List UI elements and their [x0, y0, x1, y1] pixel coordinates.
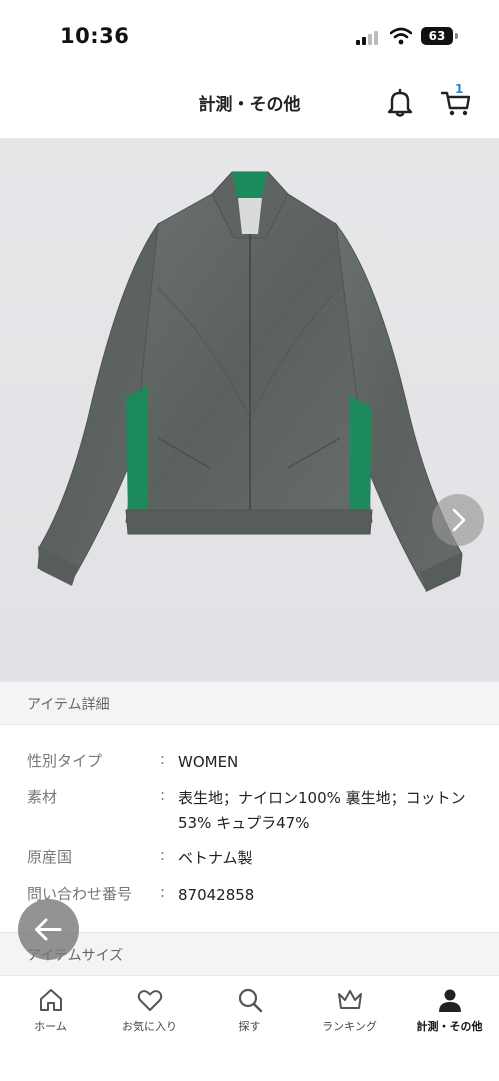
detail-separator: :	[160, 750, 166, 768]
signal-icon	[356, 31, 382, 45]
status-time: 10:36	[60, 24, 130, 48]
tab-search[interactable]: 探す	[200, 976, 299, 1046]
arrow-left-icon	[35, 918, 62, 941]
detail-separator: :	[160, 786, 166, 804]
battery-icon: 63	[421, 27, 453, 45]
page-title: 計測・その他	[198, 95, 301, 115]
search-icon	[238, 988, 263, 1013]
person-icon	[439, 989, 461, 1012]
next-image-button[interactable]	[432, 494, 484, 546]
chevron-right-icon	[452, 508, 466, 532]
tab-home[interactable]: ホーム	[1, 976, 100, 1046]
detail-value: ベトナム製	[178, 849, 253, 867]
tab-label: ランキング	[322, 1020, 377, 1033]
product-image[interactable]	[0, 138, 499, 682]
cart-count-badge: 1	[455, 82, 464, 96]
detail-value: 87042858	[178, 886, 255, 904]
tab-ranking[interactable]: ランキング	[300, 976, 399, 1046]
detail-value: 表生地；ナイロン100% 裏生地；コットン53% キュプラ47%	[178, 789, 466, 832]
detail-separator: :	[160, 883, 166, 901]
heart-icon	[137, 990, 163, 1011]
details-section-header: アイテム詳細	[0, 681, 499, 725]
home-icon	[40, 989, 62, 1011]
back-button[interactable]	[18, 899, 79, 960]
detail-separator: :	[160, 846, 166, 864]
bell-icon[interactable]	[386, 88, 414, 118]
status-bar: 10:36 63	[0, 0, 499, 72]
detail-label: 素材	[27, 788, 58, 806]
wifi-icon	[390, 27, 412, 45]
detail-label: 性別タイプ	[27, 752, 103, 770]
app-header: 計測・その他 1	[0, 72, 499, 138]
detail-value: WOMEN	[178, 753, 239, 771]
battery-cap	[455, 33, 458, 39]
tab-label: ホーム	[34, 1020, 67, 1033]
tab-label: 計測・その他	[416, 1020, 483, 1033]
jacket-illustration	[0, 138, 499, 682]
bottom-tab-bar: ホーム お気に入り 探す ランキング 計測・その他	[0, 975, 499, 1081]
tab-label: お気に入り	[122, 1020, 177, 1033]
crown-icon	[338, 990, 362, 1009]
tab-favorites[interactable]: お気に入り	[100, 976, 199, 1046]
details-section-title: アイテム詳細	[27, 697, 110, 713]
tab-measure-other[interactable]: 計測・その他	[400, 976, 499, 1046]
detail-label: 原産国	[27, 848, 73, 866]
tab-label: 探す	[238, 1020, 261, 1033]
